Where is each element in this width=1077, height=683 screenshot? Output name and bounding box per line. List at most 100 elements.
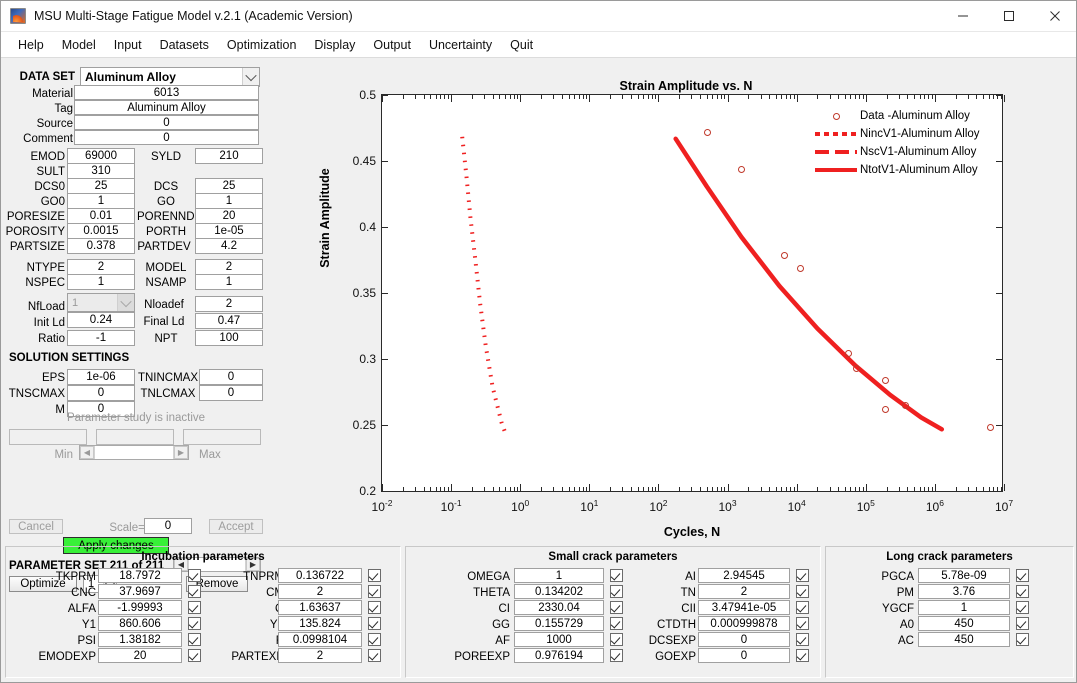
tn-field[interactable]: 2 bbox=[698, 584, 790, 599]
cnc-field[interactable]: 37.9697 bbox=[98, 584, 182, 599]
chart-axes[interactable]: 0.5 0.45 0.4 0.35 0.3 0.25 0.2 bbox=[381, 94, 1003, 492]
final-ld-field[interactable]: 0.47 bbox=[195, 313, 263, 329]
psi-field[interactable]: 1.38182 bbox=[98, 632, 182, 647]
menu-display[interactable]: Display bbox=[305, 35, 364, 55]
partexp-checkbox[interactable] bbox=[368, 649, 381, 662]
comment-field[interactable]: 0 bbox=[74, 130, 259, 145]
param-study-slider[interactable]: ◀ ▶ bbox=[79, 445, 189, 460]
tkprm-field[interactable]: 18.7972 bbox=[98, 568, 182, 583]
slider-track[interactable] bbox=[94, 446, 174, 459]
q-checkbox[interactable] bbox=[368, 601, 381, 614]
y2-checkbox[interactable] bbox=[368, 617, 381, 630]
slider-right-arrow-icon[interactable]: ▶ bbox=[174, 446, 188, 459]
menu-optimization[interactable]: Optimization bbox=[218, 35, 305, 55]
param-study-field-2[interactable] bbox=[96, 429, 174, 445]
model-field[interactable]: 2 bbox=[195, 259, 263, 275]
af-field[interactable]: 1000 bbox=[514, 632, 604, 647]
menu-model[interactable]: Model bbox=[53, 35, 105, 55]
tnincmax-field[interactable]: 0 bbox=[199, 369, 263, 385]
pm-checkbox[interactable] bbox=[1016, 585, 1029, 598]
ygcf-field[interactable]: 1 bbox=[918, 600, 1010, 615]
dcsexp-field[interactable]: 0 bbox=[698, 632, 790, 647]
cnc-checkbox[interactable] bbox=[188, 585, 201, 598]
cii-field[interactable]: 3.47941e-05 bbox=[698, 600, 790, 615]
eps-field[interactable]: 1e-06 bbox=[67, 369, 135, 385]
pm-field[interactable]: 3.76 bbox=[918, 584, 1010, 599]
porosity-field[interactable]: 0.0015 bbox=[67, 223, 135, 239]
gg-checkbox[interactable] bbox=[610, 617, 623, 630]
a0-checkbox[interactable] bbox=[1016, 617, 1029, 630]
nloadef-field[interactable]: 2 bbox=[195, 296, 263, 312]
dataset-combo[interactable]: Aluminum Alloy bbox=[80, 67, 260, 87]
tnprm-field[interactable]: 0.136722 bbox=[278, 568, 362, 583]
theta-field[interactable]: 0.134202 bbox=[514, 584, 604, 599]
material-field[interactable]: 6013 bbox=[74, 85, 259, 100]
minimize-button[interactable] bbox=[940, 1, 986, 32]
goexp-field[interactable]: 0 bbox=[698, 648, 790, 663]
ai-checkbox[interactable] bbox=[796, 569, 809, 582]
ci-field[interactable]: 2330.04 bbox=[514, 600, 604, 615]
ctdth-checkbox[interactable] bbox=[796, 617, 809, 630]
emodexp-field[interactable]: 20 bbox=[98, 648, 182, 663]
pgca-checkbox[interactable] bbox=[1016, 569, 1029, 582]
close-button[interactable] bbox=[1032, 1, 1077, 32]
cii-checkbox[interactable] bbox=[796, 601, 809, 614]
alfa-field[interactable]: -1.99993 bbox=[98, 600, 182, 615]
menu-uncertainty[interactable]: Uncertainty bbox=[420, 35, 501, 55]
param-study-field-3[interactable] bbox=[183, 429, 261, 445]
poresize-field[interactable]: 0.01 bbox=[67, 208, 135, 224]
maximize-button[interactable] bbox=[986, 1, 1032, 32]
omega-checkbox[interactable] bbox=[610, 569, 623, 582]
menu-output[interactable]: Output bbox=[364, 35, 420, 55]
tnscmax-field[interactable]: 0 bbox=[67, 385, 135, 401]
ac-checkbox[interactable] bbox=[1016, 633, 1029, 646]
psi-checkbox[interactable] bbox=[188, 633, 201, 646]
dcs0-field[interactable]: 25 bbox=[67, 178, 135, 194]
partdev-field[interactable]: 4.2 bbox=[195, 238, 263, 254]
y1-checkbox[interactable] bbox=[188, 617, 201, 630]
dcs-field[interactable]: 25 bbox=[195, 178, 263, 194]
nspec-field[interactable]: 1 bbox=[67, 274, 135, 290]
ntype-field[interactable]: 2 bbox=[67, 259, 135, 275]
gg-field[interactable]: 0.155729 bbox=[514, 616, 604, 631]
y1-field[interactable]: 860.606 bbox=[98, 616, 182, 631]
tn-checkbox[interactable] bbox=[796, 585, 809, 598]
cancel-button[interactable]: Cancel bbox=[9, 519, 63, 534]
npt-field[interactable]: 100 bbox=[195, 330, 263, 346]
omega-field[interactable]: 1 bbox=[514, 568, 604, 583]
partsize-field[interactable]: 0.378 bbox=[67, 238, 135, 254]
cm-checkbox[interactable] bbox=[368, 585, 381, 598]
slider-left-arrow-icon[interactable]: ◀ bbox=[80, 446, 94, 459]
accept-button[interactable]: Accept bbox=[209, 519, 263, 534]
y2-field[interactable]: 135.824 bbox=[278, 616, 362, 631]
ratio-field[interactable]: -1 bbox=[67, 330, 135, 346]
tkprm-checkbox[interactable] bbox=[188, 569, 201, 582]
goexp-checkbox[interactable] bbox=[796, 649, 809, 662]
nfload-combo[interactable]: 1 bbox=[67, 293, 135, 312]
ai-field[interactable]: 2.94545 bbox=[698, 568, 790, 583]
r-checkbox[interactable] bbox=[368, 633, 381, 646]
menu-help[interactable]: Help bbox=[9, 35, 53, 55]
tnprm-checkbox[interactable] bbox=[368, 569, 381, 582]
scale-field[interactable]: 0 bbox=[144, 518, 192, 534]
emodexp-checkbox[interactable] bbox=[188, 649, 201, 662]
porth-field[interactable]: 1e-05 bbox=[195, 223, 263, 239]
ci-checkbox[interactable] bbox=[610, 601, 623, 614]
go-field[interactable]: 1 bbox=[195, 193, 263, 209]
menu-quit[interactable]: Quit bbox=[501, 35, 542, 55]
ygcf-checkbox[interactable] bbox=[1016, 601, 1029, 614]
sult-field[interactable]: 310 bbox=[67, 163, 135, 179]
source-field[interactable]: 0 bbox=[74, 115, 259, 130]
go0-field[interactable]: 1 bbox=[67, 193, 135, 209]
a0-field[interactable]: 450 bbox=[918, 616, 1010, 631]
menu-datasets[interactable]: Datasets bbox=[151, 35, 218, 55]
dcsexp-checkbox[interactable] bbox=[796, 633, 809, 646]
af-checkbox[interactable] bbox=[610, 633, 623, 646]
tnlcmax-field[interactable]: 0 bbox=[199, 385, 263, 401]
theta-checkbox[interactable] bbox=[610, 585, 623, 598]
r-field[interactable]: 0.0998104 bbox=[278, 632, 362, 647]
param-study-field-1[interactable] bbox=[9, 429, 87, 445]
syld-field[interactable]: 210 bbox=[195, 148, 263, 164]
menu-input[interactable]: Input bbox=[105, 35, 151, 55]
emod-field[interactable]: 69000 bbox=[67, 148, 135, 164]
